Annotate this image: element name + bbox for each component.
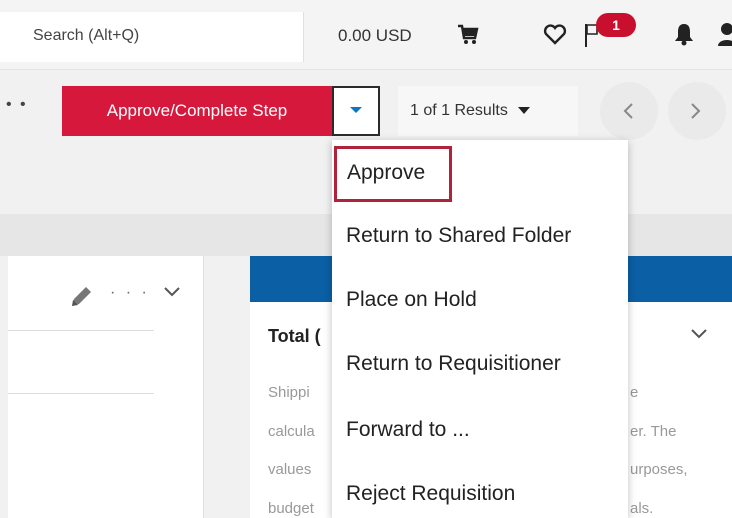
heart-icon[interactable]: [543, 23, 567, 45]
divider: [8, 393, 154, 394]
actions-dropdown-toggle[interactable]: [332, 86, 380, 136]
pencil-icon[interactable]: [68, 284, 94, 310]
actions-dropdown-menu: Approve Return to Shared Folder Place on…: [332, 140, 628, 518]
summary-text-fragment: urposes,: [630, 461, 688, 478]
next-result-button[interactable]: [668, 82, 726, 140]
chevron-down-icon[interactable]: [163, 286, 181, 298]
summary-text-fragment: Shippi: [268, 384, 310, 401]
menu-item-approve[interactable]: Approve: [334, 146, 452, 202]
chevron-down-icon[interactable]: [690, 328, 708, 340]
previous-result-button[interactable]: [600, 82, 658, 140]
top-bar: Search (Alt+Q) 0.00 USD 1: [0, 0, 732, 70]
notification-badge[interactable]: 1: [596, 13, 636, 37]
user-icon[interactable]: [718, 22, 732, 46]
more-options-icon[interactable]: · · ·: [110, 284, 150, 302]
menu-item-forward-to[interactable]: Forward to ...: [346, 418, 470, 442]
approve-complete-step-button[interactable]: Approve/Complete Step: [62, 86, 332, 136]
summary-text-fragment: er. The: [630, 423, 677, 440]
summary-title: Total (: [268, 326, 321, 346]
menu-item-reject-requisition[interactable]: Reject Requisition: [346, 482, 515, 506]
results-selector[interactable]: 1 of 1 Results: [398, 86, 578, 136]
summary-text-fragment: e: [630, 384, 639, 401]
divider: [8, 330, 154, 331]
summary-text-fragment: values: [268, 461, 312, 478]
menu-item-place-on-hold[interactable]: Place on Hold: [346, 288, 477, 312]
more-icon[interactable]: • •: [6, 96, 28, 114]
bell-icon[interactable]: [673, 22, 695, 46]
caret-down-icon: [517, 107, 530, 114]
summary-text-fragment: budget: [268, 500, 314, 517]
chevron-down-icon: [350, 107, 362, 113]
chevron-right-icon: [691, 103, 701, 119]
cart-icon[interactable]: [456, 22, 480, 46]
chevron-left-icon: [623, 103, 633, 119]
cart-total[interactable]: 0.00 USD: [338, 26, 412, 46]
menu-item-return-to-requisitioner[interactable]: Return to Requisitioner: [346, 352, 561, 376]
search-input[interactable]: Search (Alt+Q): [0, 12, 304, 62]
menu-item-return-to-shared-folder[interactable]: Return to Shared Folder: [346, 224, 571, 248]
search-placeholder: Search (Alt+Q): [33, 27, 140, 44]
summary-text-fragment: calcula: [268, 423, 315, 440]
results-label: 1 of 1 Results: [410, 102, 508, 119]
summary-text-fragment: als.: [630, 500, 654, 517]
